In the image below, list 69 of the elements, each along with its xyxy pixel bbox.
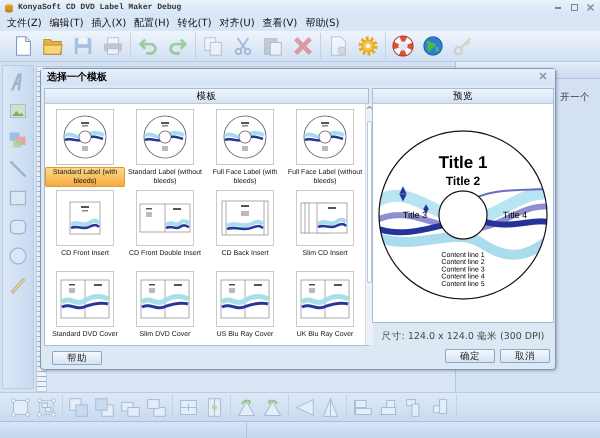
cross-icon bbox=[292, 35, 314, 57]
rectangle-tool-icon bbox=[8, 188, 28, 208]
key-icon bbox=[452, 35, 474, 57]
disc-subtitle: Title 2 bbox=[446, 174, 480, 188]
maximize-button[interactable] bbox=[568, 2, 580, 14]
paste-icon bbox=[262, 35, 284, 57]
template-thumbnail[interactable] bbox=[296, 271, 354, 327]
rounded-rectangle-tool-icon bbox=[8, 217, 28, 237]
template-thumbnail[interactable] bbox=[56, 271, 114, 327]
copy-icon bbox=[202, 35, 224, 57]
menu-item[interactable]: 转化(T) bbox=[174, 16, 214, 30]
layer-order-icon bbox=[146, 396, 167, 418]
layers-icon bbox=[8, 130, 28, 150]
disc-title: Title 1 bbox=[438, 153, 488, 172]
globe-icon bbox=[422, 35, 444, 57]
panel-text: 开一个 bbox=[560, 91, 590, 104]
panel-header: 模板 bbox=[45, 89, 368, 104]
template-thumbnail[interactable] bbox=[296, 190, 354, 246]
cancel-button[interactable]: 取消 bbox=[500, 349, 550, 363]
app-logo-icon bbox=[4, 2, 14, 12]
printer-icon bbox=[102, 35, 124, 57]
lifebuoy-icon bbox=[392, 35, 414, 57]
close-button[interactable] bbox=[539, 72, 549, 82]
template-thumbnail[interactable] bbox=[56, 190, 114, 246]
ellipse-tool-icon bbox=[8, 246, 28, 266]
template-thumbnail[interactable] bbox=[136, 271, 194, 327]
menu-item[interactable]: 插入(X) bbox=[88, 16, 130, 30]
template-thumbnail[interactable] bbox=[216, 271, 274, 327]
align-icon bbox=[352, 396, 373, 418]
template-thumbnail[interactable] bbox=[136, 109, 194, 165]
window-title: KonyaSoft CD DVD Label Maker Debug bbox=[18, 3, 182, 12]
close-icon bbox=[586, 4, 594, 11]
group-icon bbox=[36, 396, 57, 418]
dialog-title: 选择一个模板 bbox=[47, 70, 108, 84]
pencil-icon bbox=[8, 275, 28, 295]
ok-button[interactable]: 确定 bbox=[445, 349, 495, 363]
disc-side-title: Title 4 bbox=[502, 210, 528, 220]
template-thumbnail[interactable] bbox=[56, 109, 114, 165]
rotate-icon bbox=[262, 396, 283, 418]
layer-order-icon bbox=[68, 396, 89, 418]
toolbar-button[interactable] bbox=[390, 33, 416, 59]
help-button[interactable]: 帮助 bbox=[52, 351, 102, 365]
minimize-icon bbox=[555, 6, 561, 8]
menu-item[interactable]: 配置(H) bbox=[131, 16, 173, 30]
gear-icon bbox=[357, 35, 379, 57]
template-thumbnail[interactable] bbox=[216, 190, 274, 246]
close-button[interactable] bbox=[584, 2, 596, 14]
close-icon bbox=[539, 72, 547, 80]
scissors-icon bbox=[232, 35, 254, 57]
flip-icon bbox=[320, 396, 341, 418]
menu-item[interactable]: 查看(V) bbox=[260, 16, 300, 30]
caret-icon bbox=[367, 106, 372, 109]
rotate-icon bbox=[236, 396, 257, 418]
flip-icon bbox=[294, 396, 315, 418]
picture-icon bbox=[8, 101, 28, 121]
menu-item[interactable]: 文件(Z) bbox=[4, 16, 45, 30]
disc-side-title: Title 3 bbox=[402, 210, 428, 220]
size-info: 尺寸: 124.0 x 124.0 毫米 (300 DPI) bbox=[380, 330, 546, 343]
line-tool-icon bbox=[8, 159, 28, 179]
template-thumbnail[interactable] bbox=[216, 109, 274, 165]
panel-header: 预览 bbox=[373, 89, 553, 104]
template-thumbnail[interactable] bbox=[296, 109, 354, 165]
selection-frame-icon bbox=[10, 396, 31, 418]
layer-order-icon bbox=[94, 396, 115, 418]
menu-item[interactable]: 帮助(S) bbox=[302, 16, 342, 30]
maximize-icon bbox=[570, 4, 578, 11]
menu-item[interactable]: 编辑(T) bbox=[46, 16, 87, 30]
menu-item[interactable]: 对齐(U) bbox=[216, 16, 258, 30]
template-thumbnail[interactable] bbox=[136, 190, 194, 246]
